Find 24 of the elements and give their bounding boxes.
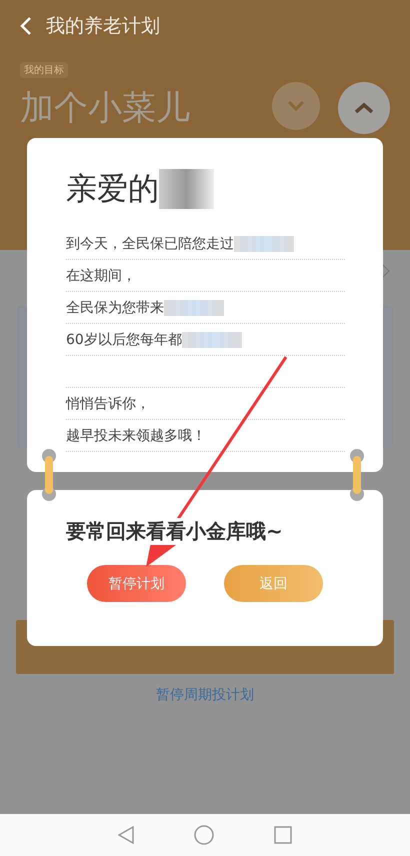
reminder-text: 要常回来看看小金库哦~ <box>66 518 283 545</box>
pause-plan-button[interactable]: 暂停计划 <box>87 565 186 602</box>
message-line: 在这期间， <box>66 266 136 284</box>
message-line: 全民保为您带来 <box>66 298 164 316</box>
goal-name: 加个小菜儿 <box>20 87 190 130</box>
message-line: 悄悄告诉你， <box>66 394 150 412</box>
down-chevron-button[interactable] <box>272 82 320 130</box>
chevron-down-icon <box>287 100 305 112</box>
goal-tag: 我的目标 <box>20 62 68 78</box>
chevron-icon <box>382 264 390 278</box>
up-chevron-button[interactable] <box>338 82 390 134</box>
pause-link[interactable]: 暂停周期投计划 <box>156 686 254 704</box>
chevron-up-icon <box>354 102 374 114</box>
blur-patch <box>159 169 214 209</box>
greeting: 亲爱的 <box>66 170 159 209</box>
message-line: 60岁以后您每年都 <box>66 330 182 348</box>
home-nav-icon[interactable] <box>194 825 214 845</box>
page-title: 我的养老计划 <box>46 14 160 39</box>
back-icon[interactable] <box>20 16 32 36</box>
recents-nav-icon[interactable] <box>274 826 292 844</box>
back-button[interactable]: 返回 <box>224 565 323 602</box>
message-line: 越早投未来领越多哦！ <box>66 426 206 444</box>
message-line: 到今天，全民保已陪您走过 <box>66 234 234 252</box>
back-nav-icon[interactable] <box>118 826 134 844</box>
